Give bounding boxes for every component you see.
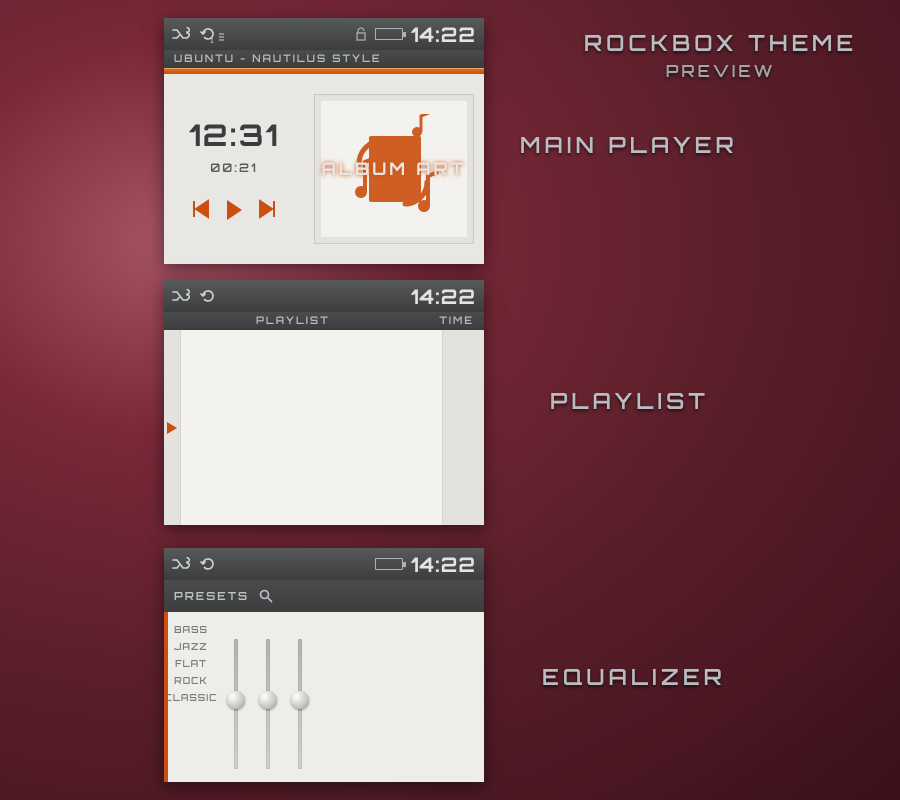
main-player-topbar: 1 14:22 (164, 18, 484, 50)
playlist-column-header: PLAYLIST TIME (164, 312, 484, 330)
play-button[interactable] (224, 199, 244, 221)
section-label-playlist: PLAYLIST (550, 388, 709, 415)
lock-icon (355, 27, 367, 41)
page-title: ROCKBOX THEME PREVIEW (584, 30, 857, 81)
playlist-topbar: 14:22 (164, 280, 484, 312)
now-playing-title: UBUNTU - NAUTILUS STYLE (164, 50, 484, 68)
next-button[interactable] (258, 199, 278, 221)
col-playlist: PLAYLIST (256, 315, 330, 327)
section-label-main-player: MAIN PLAYER (520, 132, 738, 159)
preset-bass[interactable]: BASS (164, 622, 218, 639)
repeat-count: 1 (210, 38, 214, 45)
main-player-screen: 1 14:22 UBUNTU - NAUTILUS STYLE 12:31 00… (164, 18, 484, 264)
presets-label: PRESETS (174, 589, 249, 603)
preset-rock[interactable]: ROCK (164, 673, 218, 690)
eq-slider-3[interactable] (294, 639, 306, 769)
clock: 14:22 (411, 552, 476, 577)
playlist-list[interactable] (180, 330, 442, 525)
shuffle-icon[interactable] (172, 289, 190, 303)
battery-icon (375, 28, 403, 40)
now-playing-marker-icon (167, 422, 177, 434)
col-time: TIME (439, 315, 474, 327)
preset-classic[interactable]: CLASSIC (164, 690, 218, 707)
search-icon[interactable] (259, 589, 273, 603)
player-info-pane: 12:31 00:21 (164, 74, 304, 264)
prev-button[interactable] (190, 199, 210, 221)
preset-flat[interactable]: FLAT (164, 656, 218, 673)
equalizer-screen: 14:22 PRESETS BASS JAZZ FLAT ROCK CLASSI… (164, 548, 484, 782)
equalizer-topbar: 14:22 (164, 548, 484, 580)
shuffle-icon[interactable] (172, 557, 190, 571)
clock: 14:22 (411, 22, 476, 47)
album-art-label: ALBUM ART (322, 159, 467, 180)
playlist-scrollbar[interactable] (442, 330, 484, 525)
eq-slider-2[interactable] (262, 639, 274, 769)
repeat-icon[interactable] (200, 289, 216, 303)
equalizer-toolbar: PRESETS (164, 580, 484, 612)
playlist-gutter (164, 330, 180, 525)
title-text: ROCKBOX THEME (584, 30, 857, 57)
preset-jazz[interactable]: JAZZ (164, 639, 218, 656)
clock: 14:22 (411, 284, 476, 309)
accent-bar (164, 612, 168, 782)
repeat-icon[interactable]: 1 (200, 27, 225, 41)
track-duration: 12:31 (189, 117, 279, 154)
repeat-icon[interactable] (200, 557, 216, 571)
subtitle-text: PREVIEW (584, 61, 857, 81)
album-art-placeholder: ALBUM ART (314, 94, 474, 244)
shuffle-icon[interactable] (172, 27, 190, 41)
eq-slider-1[interactable] (230, 639, 242, 769)
section-label-equalizer: EQUALIZER (542, 664, 726, 691)
battery-icon (375, 558, 403, 570)
preset-list: BASS JAZZ FLAT ROCK CLASSIC (164, 612, 218, 782)
playlist-screen: 14:22 PLAYLIST TIME (164, 280, 484, 525)
track-elapsed: 00:21 (210, 160, 257, 175)
eq-sliders (218, 612, 484, 782)
